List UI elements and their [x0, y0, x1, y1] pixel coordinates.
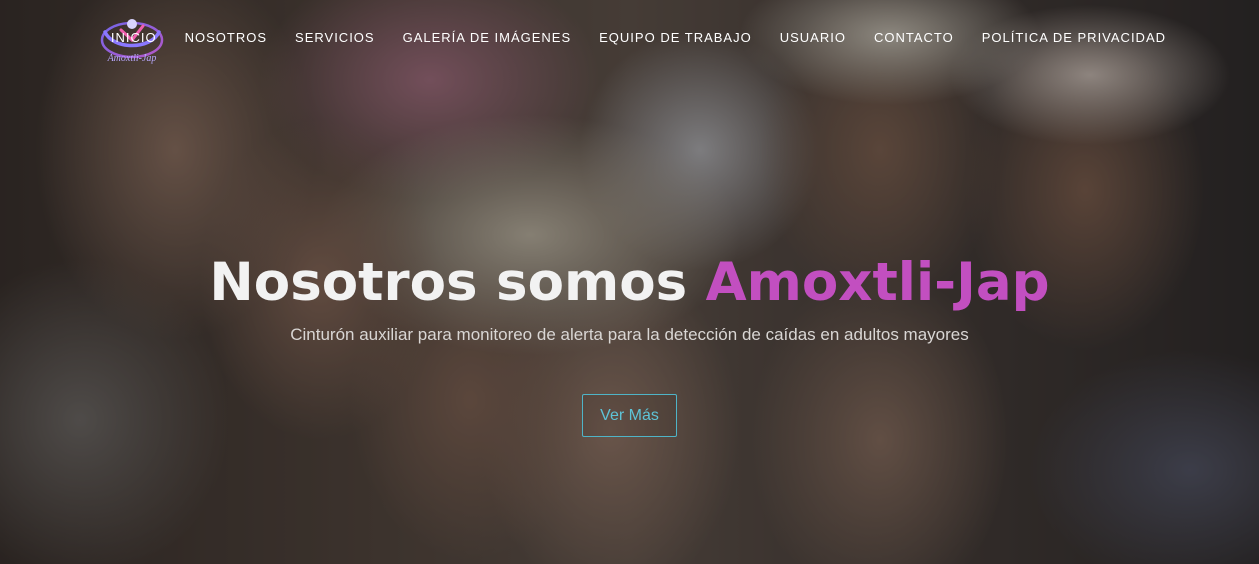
hero-section: Amoxtli-Jap INICIO NOSOTROS SERVICIOS GA… — [0, 0, 1259, 564]
nav-item-inicio[interactable]: INICIO — [111, 30, 157, 45]
nav-item-equipo[interactable]: EQUIPO DE TRABAJO — [599, 30, 752, 45]
nav-item-nosotros[interactable]: NOSOTROS — [185, 30, 267, 45]
hero-title-brand: Amoxtli-Jap — [705, 252, 1050, 313]
hero-subtitle: Cinturón auxiliar para monitoreo de aler… — [290, 325, 969, 344]
nav-item-usuario[interactable]: USUARIO — [780, 30, 846, 45]
nav-item-galeria[interactable]: GALERÍA DE IMÁGENES — [403, 30, 572, 45]
nav-item-servicios[interactable]: SERVICIOS — [295, 30, 375, 45]
hero-title: Nosotros somos Amoxtli-Jap — [0, 248, 1259, 318]
navbar: Amoxtli-Jap INICIO NOSOTROS SERVICIOS GA… — [0, 0, 1259, 76]
nav-item-contacto[interactable]: CONTACTO — [874, 30, 954, 45]
ver-mas-button[interactable]: Ver Más — [582, 394, 677, 437]
nav-item-privacidad[interactable]: POLÍTICA DE PRIVACIDAD — [982, 30, 1166, 45]
hero-title-prefix: Nosotros somos — [209, 252, 706, 313]
main-nav: INICIO NOSOTROS SERVICIOS GALERÍA DE IMÁ… — [83, 30, 1166, 45]
logo-text: Amoxtli-Jap — [107, 53, 157, 64]
hero-content: Nosotros somos Amoxtli-Jap Cinturón auxi… — [0, 248, 1259, 437]
